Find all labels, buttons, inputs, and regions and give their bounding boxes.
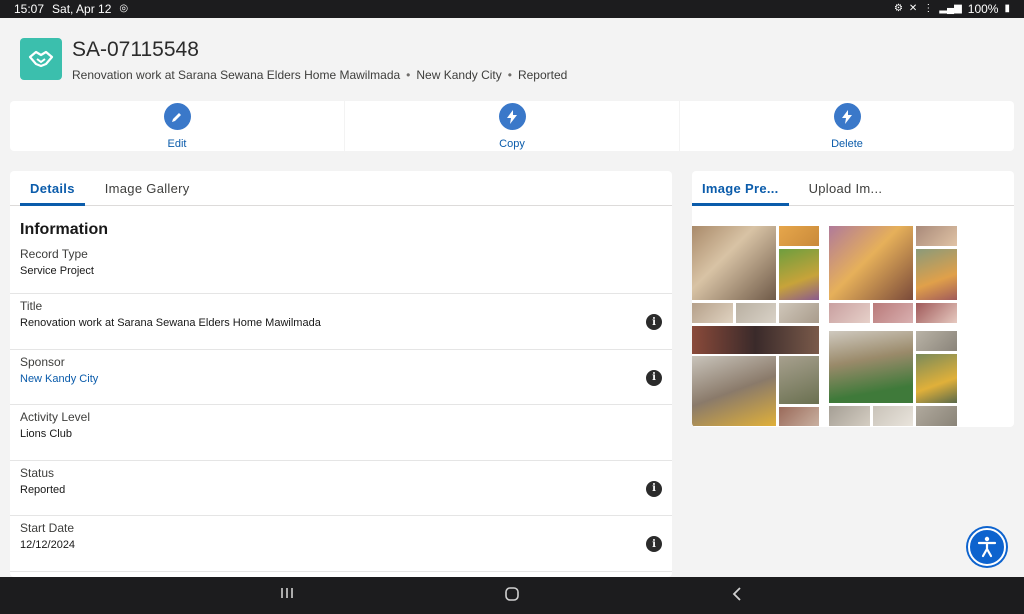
tab-image-gallery[interactable]: Image Gallery [95,171,200,205]
field-label: Record Type [20,247,88,261]
tab-upload-image[interactable]: Upload Im... [799,171,893,205]
navigation-bar [0,577,1024,614]
accessibility-icon [977,536,997,558]
mute-icon: ✕ [908,3,918,14]
gallery-image[interactable] [736,303,776,323]
accessibility-button[interactable] [968,528,1006,566]
separator: • [507,68,512,82]
tab-details[interactable]: Details [20,171,85,206]
record-title: SA-07115548 [72,38,199,61]
field-label: Start Date [20,521,75,535]
gallery-image[interactable] [779,226,819,246]
settings-icon: ⚙ [893,3,903,14]
preview-tabs: Image Pre... Upload Im... [692,171,1014,206]
details-tabs: Details Image Gallery [10,171,672,206]
action-bar: Edit Copy Delete [10,101,1014,151]
field-label: Status [20,465,55,480]
gallery-image[interactable] [829,331,913,403]
lightning-icon [498,103,526,130]
record-header: SA-07115548 Renovation work at Sarana Se… [0,18,1024,98]
info-icon[interactable]: i [646,480,662,497]
field-sponsor: Sponsor New Kandy City i [10,350,672,405]
field-label: Title [20,299,43,313]
status-time: 15:07 [14,2,45,16]
record-title-line: Renovation work at Sarana Sewana Elders … [72,68,401,82]
gallery-image[interactable] [916,226,957,246]
gallery-image[interactable] [829,303,870,323]
field-start-date: Start Date 12/12/2024 i [10,516,672,572]
gallery-image[interactable] [916,303,957,323]
gallery-image[interactable] [779,249,819,300]
gallery-image[interactable] [692,326,819,354]
details-card: Details Image Gallery Information Record… [10,171,672,577]
field-value: Service Project [20,265,94,277]
copy-label: Copy [499,138,525,150]
back-icon[interactable] [731,586,743,607]
status-bar: 15:07 Sat, Apr 12 ◎ ⚙ ✕ ⋮ ▂▄▆ 100% ▮ [0,0,1024,18]
info-icon[interactable]: i [646,536,662,552]
gallery-image[interactable] [916,331,957,351]
delete-button[interactable]: Delete [680,101,1014,151]
gallery-image[interactable] [692,356,776,426]
handshake-icon [20,38,62,80]
gallery-image[interactable] [779,407,819,426]
field-label: Sponsor [20,354,65,369]
separator: • [406,68,411,82]
record-status: Reported [517,68,568,82]
lightning-icon [833,103,861,130]
sponsor-link[interactable]: New Kandy City [20,373,662,385]
gallery-image[interactable] [916,406,957,426]
info-icon[interactable]: i [646,369,662,386]
edit-label: Edit [167,138,187,150]
gallery-image[interactable] [916,354,957,403]
field-value: Reported [20,483,66,496]
gallery-image[interactable] [829,406,870,426]
gallery-image[interactable] [779,303,819,323]
field-value: 12/12/2024 [20,539,76,551]
copy-button[interactable]: Copy [345,101,680,151]
tab-image-preview[interactable]: Image Pre... [692,171,789,206]
gallery-image[interactable] [829,226,913,300]
field-status: Status Reported i [10,461,672,516]
field-value: Lions Club [20,428,72,440]
gallery-image[interactable] [692,303,733,323]
wifi-icon: ⋮ [923,3,934,14]
gallery-image[interactable] [873,303,913,323]
info-icon[interactable]: i [646,314,662,330]
battery-level: 100% [967,2,999,16]
gallery-image[interactable] [916,249,957,300]
record-subtitle: Renovation work at Sarana Sewana Elders … [72,68,567,82]
recent-apps-icon[interactable] [280,586,294,605]
field-record-type: Record Type Service Project [10,247,672,294]
delete-label: Delete [831,138,863,150]
field-activity-level: Activity Level Lions Club [10,405,672,461]
field-title: Title Renovation work at Sarana Sewana E… [10,294,672,350]
gallery-image[interactable] [873,406,913,426]
section-title: Information [20,221,108,238]
home-icon[interactable] [504,586,520,607]
gallery-image[interactable] [692,226,776,300]
signal-icon: ▂▄▆ [939,3,962,14]
record-sponsor: New Kandy City [416,68,502,82]
field-label: Activity Level [20,410,91,424]
status-date: Sat, Apr 12 [52,2,112,16]
pencil-icon [163,103,191,130]
field-value: Renovation work at Sarana Sewana Elders … [20,317,321,329]
image-preview-card: Image Pre... Upload Im... [692,171,1014,427]
battery-icon: ▮ [1004,3,1010,14]
gallery-image[interactable] [779,356,819,404]
whatsapp-icon: ◎ [119,3,129,14]
edit-button[interactable]: Edit [10,101,345,151]
